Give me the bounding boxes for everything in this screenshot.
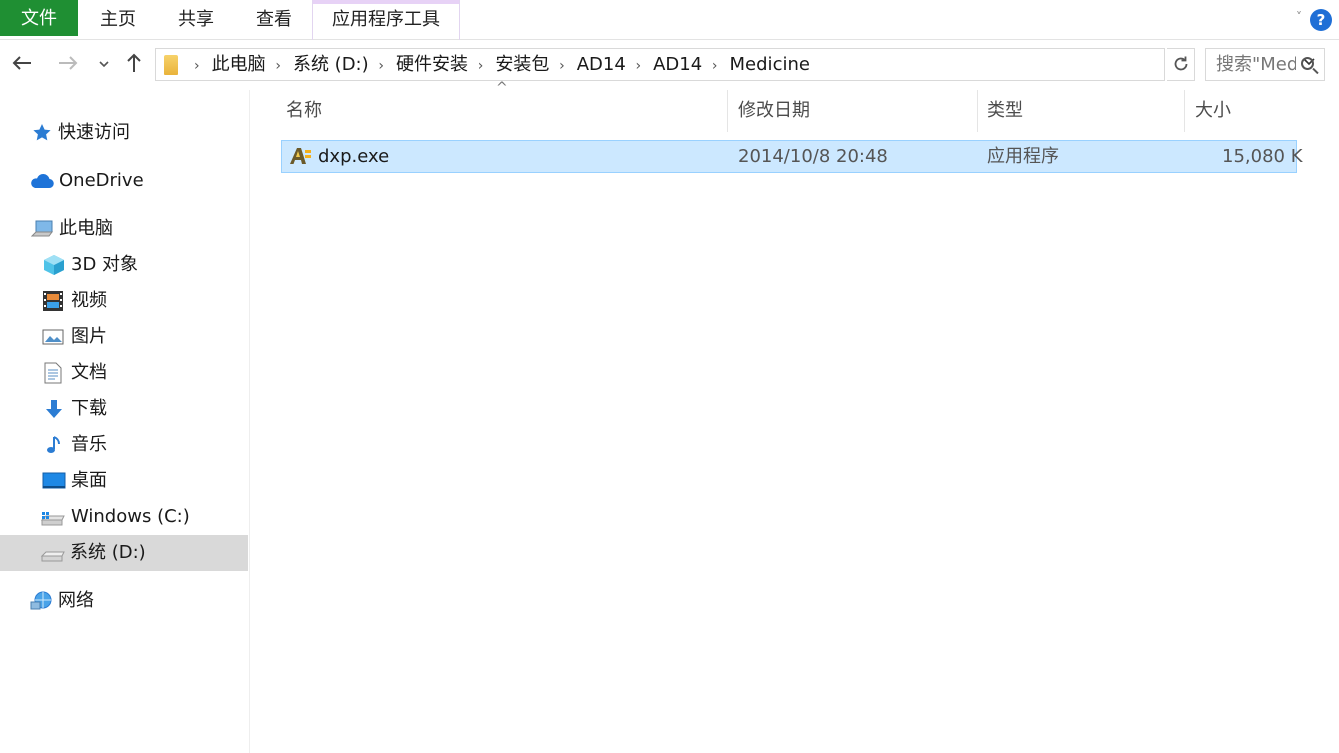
chevron-right-icon[interactable]: › — [275, 58, 281, 74]
file-date: 2014/10/8 20:48 — [738, 146, 888, 167]
sidebar-item-drive-d[interactable]: 系统 (D:) — [0, 535, 248, 571]
computer-icon — [31, 220, 53, 237]
sidebar-item-3d-objects[interactable]: 3D 对象 — [0, 247, 248, 283]
breadcrumb-drive-d[interactable]: 系统 (D:) — [293, 54, 369, 75]
breadcrumb-hardware-install[interactable]: 硬件安装 — [396, 54, 468, 75]
back-button[interactable] — [8, 52, 36, 80]
sidebar-item-quick-access[interactable]: 快速访问 — [0, 115, 248, 151]
navigation-pane: 快速访问 OneDrive 此电脑 3D 对象 视频 图片 文档 下载 音乐 桌… — [0, 90, 250, 753]
film-icon — [43, 291, 63, 311]
recent-locations-button[interactable] — [90, 52, 118, 80]
tab-file[interactable]: 文件 — [0, 0, 78, 36]
tab-home[interactable]: 主页 — [84, 0, 152, 40]
arrow-up-icon — [127, 53, 141, 72]
file-name[interactable]: dxp.exe — [318, 141, 389, 172]
sidebar-item-videos[interactable]: 视频 — [0, 283, 248, 319]
column-header-type[interactable]: 类型 — [979, 90, 1185, 132]
sidebar-item-onedrive[interactable]: OneDrive — [0, 163, 248, 199]
sidebar-item-label: 音乐 — [71, 434, 107, 455]
sidebar-item-network[interactable]: 网络 — [0, 583, 248, 619]
sidebar-item-pictures[interactable]: 图片 — [0, 319, 248, 355]
chevron-right-icon[interactable]: › — [378, 58, 384, 74]
column-header-name[interactable]: 名称 — [278, 90, 728, 132]
sidebar-item-label: 系统 (D:) — [70, 542, 146, 563]
sidebar-item-label: 此电脑 — [59, 218, 113, 239]
breadcrumb-ad14[interactable]: AD14 — [577, 54, 626, 75]
column-header-size[interactable]: 大小 — [1187, 90, 1297, 132]
network-icon — [30, 591, 52, 610]
chevron-right-icon[interactable]: › — [559, 58, 565, 74]
document-icon — [44, 362, 62, 384]
refresh-button[interactable] — [1167, 48, 1195, 81]
sidebar-item-label: 网络 — [58, 590, 94, 611]
search-icon[interactable] — [1301, 57, 1314, 70]
breadcrumb-packages[interactable]: 安装包 — [495, 54, 549, 75]
sidebar-item-label: 快速访问 — [58, 122, 130, 143]
breadcrumb: › 此电脑 › 系统 (D:) › 硬件安装 › 安装包 › AD14 › AD14 › Me… — [190, 49, 810, 80]
tab-view[interactable]: 查看 — [240, 0, 308, 40]
sidebar-item-label: 3D 对象 — [71, 254, 139, 275]
search-box[interactable]: 搜索"Medicine" — [1205, 48, 1325, 81]
folder-icon — [164, 55, 178, 75]
altium-app-icon — [290, 148, 311, 164]
file-list: ^ 名称 修改日期 类型 大小 dxp.exe 2014/10/8 20:48 … — [256, 80, 1339, 753]
cloud-icon — [31, 174, 54, 189]
sidebar-item-label: OneDrive — [59, 170, 144, 191]
help-icon[interactable]: ? — [1310, 9, 1332, 31]
desktop-icon — [42, 472, 66, 489]
download-icon — [46, 400, 62, 418]
chevron-down-icon — [99, 61, 109, 68]
ribbon: 文件 主页 共享 查看 应用程序工具 ˅ ? — [0, 0, 1339, 40]
tab-share[interactable]: 共享 — [162, 0, 230, 40]
ribbon-expand-icon[interactable]: ˅ — [1296, 10, 1302, 24]
drive-c-icon — [40, 512, 65, 526]
forward-button[interactable] — [54, 52, 82, 80]
sidebar-item-drive-c[interactable]: Windows (C:) — [0, 499, 248, 535]
music-icon — [47, 436, 60, 453]
cube-icon — [44, 255, 64, 275]
tab-app-tools[interactable]: 应用程序工具 — [312, 0, 460, 40]
sidebar-item-music[interactable]: 音乐 — [0, 427, 248, 463]
search-input[interactable]: 搜索"Medicine" — [1216, 49, 1296, 80]
breadcrumb-medicine[interactable]: Medicine — [730, 54, 810, 75]
chevron-right-icon[interactable]: › — [712, 58, 718, 74]
chevron-right-icon[interactable]: › — [194, 58, 200, 74]
sidebar-item-label: 桌面 — [71, 470, 107, 491]
chevron-right-icon[interactable]: › — [636, 58, 642, 74]
column-header-date[interactable]: 修改日期 — [730, 90, 978, 132]
sidebar-item-documents[interactable]: 文档 — [0, 355, 248, 391]
table-row[interactable]: dxp.exe 2014/10/8 20:48 应用程序 15,080 K — [281, 140, 1303, 173]
up-button[interactable] — [120, 52, 148, 80]
sidebar-item-label: 下载 — [71, 398, 107, 419]
breadcrumb-this-pc[interactable]: 此电脑 — [212, 54, 266, 75]
sidebar-item-desktop[interactable]: 桌面 — [0, 463, 248, 499]
navigation-bar: › 此电脑 › 系统 (D:) › 硬件安装 › 安装包 › AD14 › AD14 › Me… — [0, 40, 1339, 90]
sidebar-item-label: 视频 — [71, 290, 107, 311]
arrow-right-icon — [59, 56, 78, 70]
chevron-right-icon[interactable]: › — [478, 58, 484, 74]
sidebar-item-downloads[interactable]: 下载 — [0, 391, 248, 427]
star-icon — [33, 124, 51, 141]
file-type: 应用程序 — [987, 146, 1059, 167]
sidebar-item-label: Windows (C:) — [71, 506, 190, 527]
file-size: 15,080 K — [1222, 146, 1303, 167]
sidebar-item-label: 文档 — [71, 362, 107, 383]
picture-icon — [42, 329, 64, 345]
address-bar[interactable]: › 此电脑 › 系统 (D:) › 硬件安装 › 安装包 › AD14 › AD14 › Me… — [155, 48, 1315, 81]
refresh-icon — [1174, 56, 1187, 71]
sidebar-item-this-pc[interactable]: 此电脑 — [0, 211, 248, 247]
drive-d-icon — [40, 551, 65, 562]
sidebar-item-label: 图片 — [71, 326, 107, 347]
breadcrumb-ad14-inner[interactable]: AD14 — [653, 54, 702, 75]
arrow-left-icon — [12, 56, 31, 70]
